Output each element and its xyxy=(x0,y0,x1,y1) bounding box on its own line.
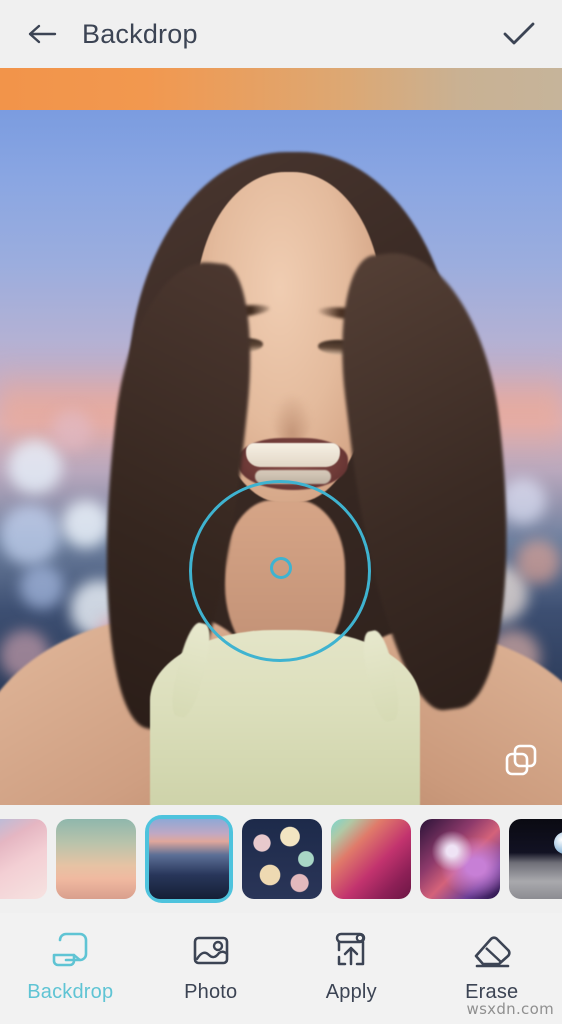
confirm-button[interactable] xyxy=(498,13,540,55)
photo-canvas[interactable] xyxy=(0,110,562,805)
layers-toggle-button[interactable] xyxy=(502,740,542,780)
backdrop-thumbnail-2[interactable] xyxy=(145,815,233,903)
backdrop-editor-screen: Backdrop Backdrop Photo Apply Erase wsxd… xyxy=(0,0,562,1024)
backdrop-thumbnail-1[interactable] xyxy=(56,819,136,899)
sunset-sky-backdrop xyxy=(56,819,136,899)
backdrop-thumbnail-5[interactable] xyxy=(420,819,500,899)
city-lights-backdrop xyxy=(149,819,229,899)
backdrop-thumbnail-strip[interactable] xyxy=(0,805,562,913)
tab-erase[interactable]: Erase xyxy=(436,927,548,1004)
page-title: Backdrop xyxy=(82,18,198,49)
arrow-left-icon xyxy=(28,24,57,44)
teeth-upper xyxy=(246,443,340,467)
tab-backdrop[interactable]: Backdrop xyxy=(14,927,126,1004)
tab-label-photo: Photo xyxy=(184,981,238,1003)
brush-cursor[interactable] xyxy=(270,557,292,579)
backdrop-thumbnail-3[interactable] xyxy=(242,819,322,899)
tab-label-apply: Apply xyxy=(325,981,377,1003)
moon-earth-backdrop xyxy=(509,819,562,899)
watermark: wsxdn.com xyxy=(466,1000,554,1018)
layers-copy-icon xyxy=(505,744,537,776)
backdrop-roll-icon xyxy=(49,927,91,973)
pink-blur-backdrop xyxy=(0,819,47,899)
backdrop-thumbnail-0[interactable] xyxy=(0,819,47,899)
tab-label-backdrop: Backdrop xyxy=(27,981,114,1003)
nebula-backdrop xyxy=(420,819,500,899)
subject-portrait xyxy=(0,110,562,805)
tab-apply[interactable]: Apply xyxy=(295,927,407,1004)
nose xyxy=(272,395,312,443)
image-icon xyxy=(190,927,232,973)
apply-upload-icon xyxy=(330,927,372,973)
backdrop-thumbnail-6[interactable] xyxy=(509,819,562,899)
magenta-paint-backdrop xyxy=(331,819,411,899)
app-header: Backdrop xyxy=(0,0,562,68)
backdrop-thumbnail-4[interactable] xyxy=(331,819,411,899)
tab-photo[interactable]: Photo xyxy=(155,927,267,1004)
bokeh-lights-backdrop xyxy=(242,819,322,899)
orange-banner-strip xyxy=(0,68,562,110)
check-icon xyxy=(503,22,535,45)
back-button[interactable] xyxy=(22,14,62,54)
eraser-icon xyxy=(471,927,513,973)
